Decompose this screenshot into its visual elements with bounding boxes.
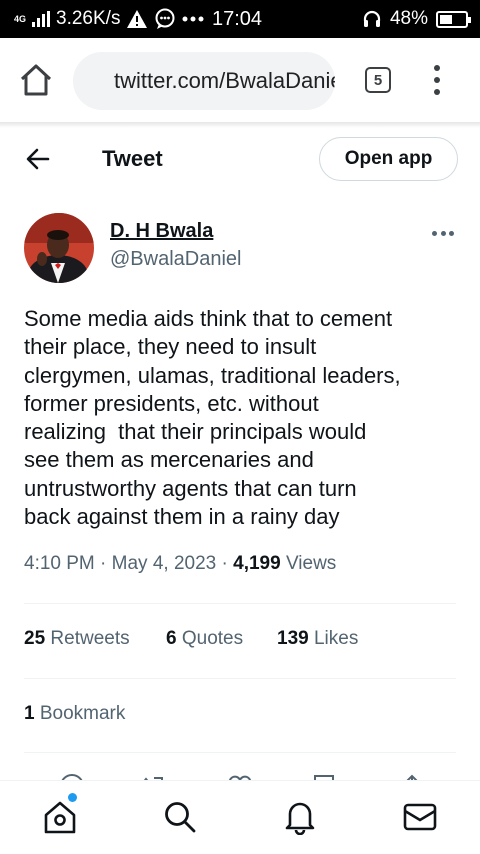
notifications-nav-icon[interactable] [282, 799, 318, 835]
likes-count: 139 [277, 628, 309, 649]
tweet-text-line: their place, they need to insult [24, 334, 317, 360]
unread-indicator [68, 793, 77, 802]
tweet-text-line: clergymen, ulamas, traditional leaders, [24, 362, 401, 388]
bookmarks-label: Bookmark [39, 703, 126, 724]
author-name[interactable]: D. H Bwala [110, 220, 213, 243]
tweet-meta: 4:10 PM · May 4, 2023 · 4,199 Views [24, 553, 336, 575]
meta-separator: · [100, 553, 112, 574]
toolbar-shadow [0, 122, 480, 128]
views-label: Views [285, 553, 337, 574]
signal-icon [32, 11, 51, 27]
meta-separator: · [221, 553, 234, 574]
messages-nav-icon[interactable] [402, 799, 438, 835]
chat-icon [155, 8, 175, 29]
avatar[interactable] [24, 213, 94, 283]
quotes-label: Quotes [181, 628, 244, 649]
tweet-text-line: see them as mercenaries and [24, 447, 314, 473]
retweet-icon[interactable] [140, 772, 168, 780]
bottom-navigation [0, 780, 480, 854]
bookmarks-stat[interactable]: 1 Bookmark [24, 703, 125, 725]
open-app-button[interactable]: Open app [319, 137, 458, 181]
address-bar[interactable]: twitter.com/BwalaDaniel/status [73, 52, 335, 110]
warning-icon [127, 10, 148, 28]
network-speed: 3.26K/s [56, 8, 121, 29]
divider [24, 678, 456, 679]
views-count: 4,199 [233, 553, 281, 574]
clock: 17:04 [212, 7, 263, 30]
more-options-icon[interactable] [432, 224, 454, 242]
retweets-stat[interactable]: 25 Retweets [24, 628, 130, 650]
quotes-count: 6 [166, 628, 177, 649]
home-nav-icon[interactable] [42, 799, 78, 835]
home-icon[interactable] [18, 60, 54, 100]
url-text: twitter.com/BwalaDaniel/status [114, 68, 335, 93]
tweet-text-line: realizing that their principals would [24, 419, 367, 445]
divider [24, 752, 456, 753]
back-arrow-icon[interactable] [24, 145, 52, 173]
bookmark-icon[interactable] [310, 772, 338, 780]
reply-icon[interactable] [58, 772, 86, 780]
retweets-label: Retweets [50, 628, 130, 649]
battery-icon [436, 10, 471, 28]
headset-icon [363, 10, 381, 27]
tweet-text-line: untrustworthy agents that can turn [24, 475, 357, 501]
tweet-time[interactable]: 4:10 PM [24, 553, 95, 574]
tweet-text-line: back against them in a rainy day [24, 504, 340, 530]
tweet-actions [0, 768, 480, 780]
network-type-indicator: 4G [14, 13, 27, 24]
page-title: Tweet [102, 146, 163, 171]
tab-switcher-button[interactable]: 5 [365, 67, 391, 93]
battery-percent: 48% [389, 8, 428, 29]
share-icon[interactable] [398, 772, 426, 780]
tweet-date[interactable]: May 4, 2023 [112, 553, 217, 574]
quotes-stat[interactable]: 6 Quotes [166, 628, 243, 650]
status-right: 48% [362, 0, 471, 38]
tweet-text: Some media aids think that to cement the… [24, 305, 460, 531]
like-icon[interactable] [226, 772, 254, 780]
network-type-label: 4G [14, 13, 27, 24]
tweet-text-line: former presidents, etc. without [24, 390, 319, 416]
likes-label: Likes [313, 628, 359, 649]
retweets-count: 25 [24, 628, 46, 649]
status-bar: 4G 3.26K/s 17:04 48% [0, 0, 480, 38]
bookmarks-count: 1 [24, 703, 35, 724]
search-nav-icon[interactable] [162, 799, 198, 835]
browser-menu-icon[interactable] [430, 65, 444, 95]
divider [24, 603, 456, 604]
status-left: 4G 3.26K/s [14, 0, 204, 38]
likes-stat[interactable]: 139 Likes [277, 628, 358, 650]
tweet-text-line: Some media aids think that to cement [24, 306, 393, 331]
more-notifications-icon [182, 16, 204, 22]
author-handle[interactable]: @BwalaDaniel [110, 248, 241, 271]
browser-toolbar: twitter.com/BwalaDaniel/status 5 [0, 38, 480, 122]
